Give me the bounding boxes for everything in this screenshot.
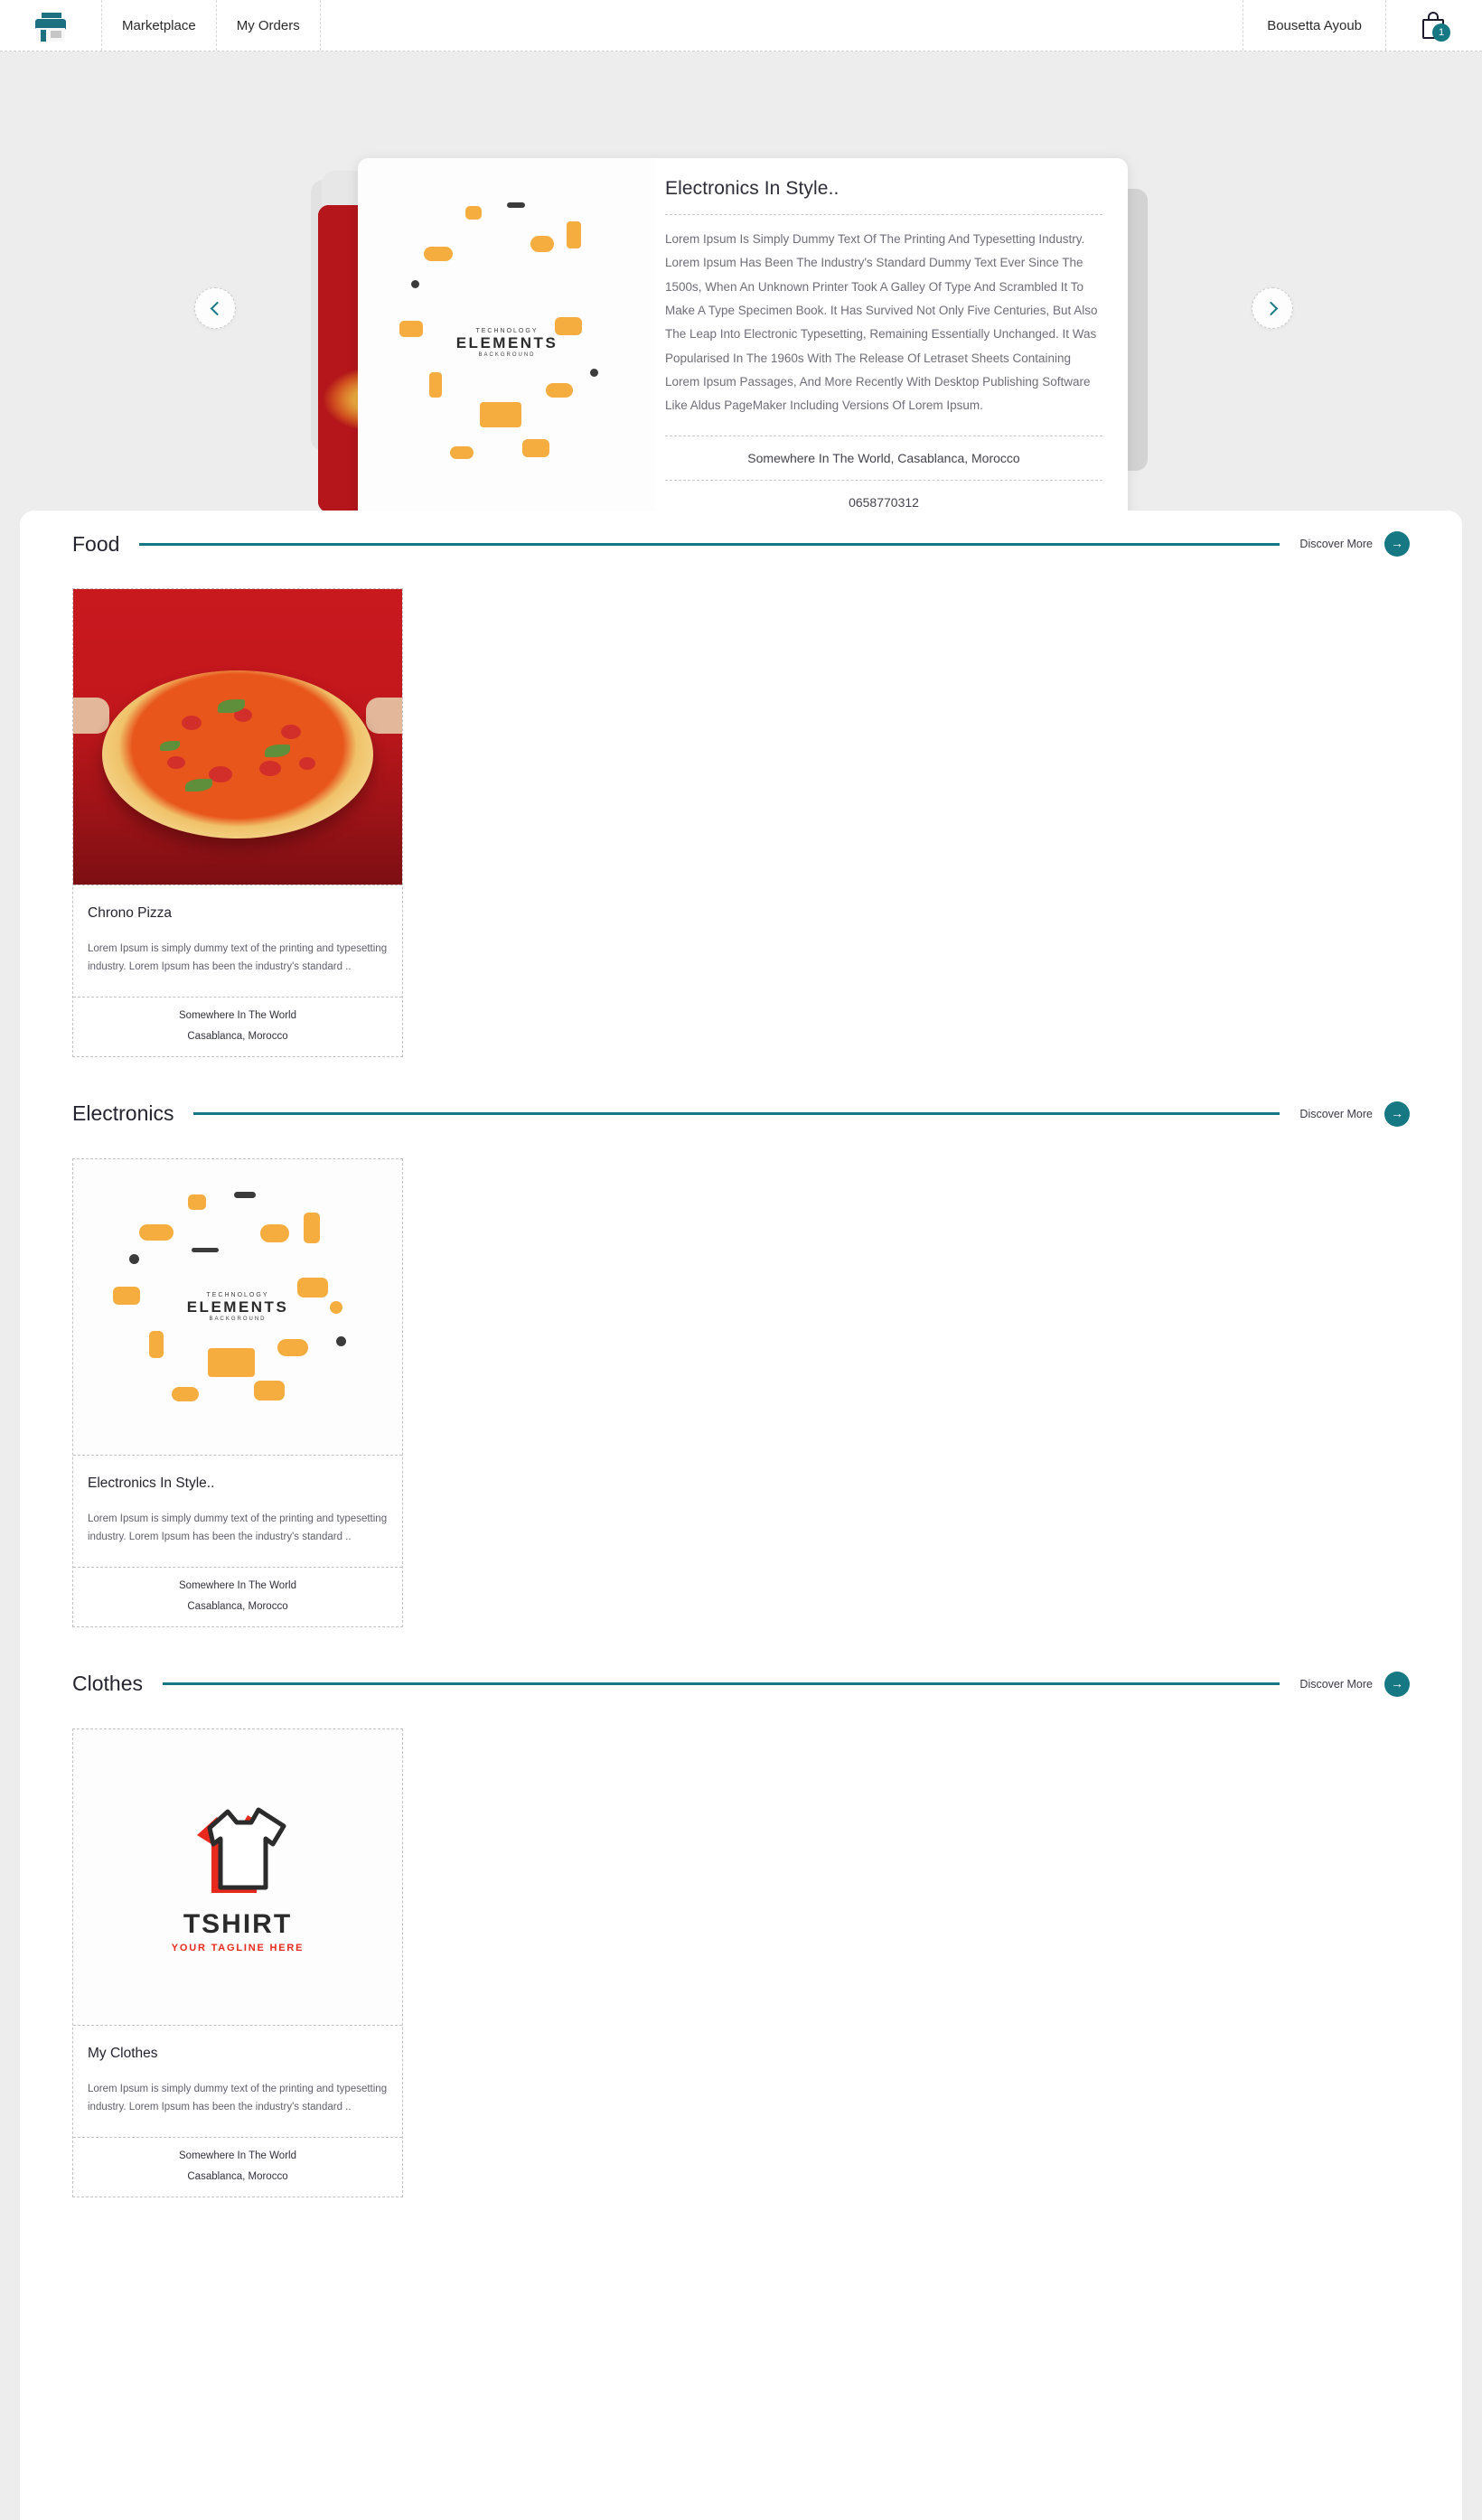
arrow-right-circle-icon: → xyxy=(1391,536,1403,550)
product-description: Lorem Ipsum is simply dummy text of the … xyxy=(88,943,388,973)
carousel-slide-address: Somewhere In The World, Casablanca, Moro… xyxy=(747,451,1020,465)
discover-more-clothes-label[interactable]: Discover More xyxy=(1299,1678,1373,1691)
product-card[interactable]: TSHIRT YOUR TAGLINE HERE My Clothes Lore… xyxy=(72,1728,403,2197)
product-image xyxy=(73,589,402,885)
section-divider xyxy=(139,542,1280,546)
tshirt-logo: TSHIRT YOUR TAGLINE HERE xyxy=(73,1728,402,2025)
section-header: Food Discover More → xyxy=(72,511,1410,577)
carousel-slide-title: Electronics In Style.. xyxy=(665,178,839,199)
card-row-clothes: TSHIRT YOUR TAGLINE HERE My Clothes Lore… xyxy=(72,1718,1410,2197)
product-location: Somewhere In The World Casablanca, Moroc… xyxy=(73,2138,402,2197)
product-location: Somewhere In The World Casablanca, Moroc… xyxy=(73,998,402,1056)
arrow-right-circle-icon: → xyxy=(1391,1105,1403,1120)
page-root: Marketplace My Orders Bousetta Ayoub 1 T… xyxy=(0,0,1482,2520)
nav-item-marketplace[interactable]: Marketplace xyxy=(102,0,217,51)
product-card[interactable]: TECHNOLOGY ELEMENTS BACKGROUND Electroni… xyxy=(72,1157,403,1627)
carousel-slide-description: Lorem Ipsum Is Simply Dummy Text Of The … xyxy=(665,232,1098,413)
carousel-slide-details: Electronics In Style.. Lorem Ipsum Is Si… xyxy=(656,158,1128,528)
illustration-caption: TECHNOLOGY ELEMENTS BACKGROUND xyxy=(455,328,558,358)
product-location-line1: Somewhere In The World xyxy=(179,2150,296,2161)
card-row-electronics: TECHNOLOGY ELEMENTS BACKGROUND Electroni… xyxy=(72,1148,1410,1627)
nav-item-marketplace-label: Marketplace xyxy=(122,17,196,33)
user-menu[interactable]: Bousetta Ayoub xyxy=(1243,0,1386,51)
product-description: Lorem Ipsum is simply dummy text of the … xyxy=(88,2083,388,2113)
shop-storefront-icon xyxy=(33,7,69,43)
section-clothes: Clothes Discover More → TSHIRT YOUR TAGL… xyxy=(20,1627,1462,2197)
product-body: My Clothes Lorem Ipsum is simply dummy t… xyxy=(73,2026,402,2138)
section-divider xyxy=(162,1682,1280,1686)
product-location-line1: Somewhere In The World xyxy=(179,1009,296,1021)
nav-item-my-orders-label: My Orders xyxy=(236,17,300,33)
product-location-line2: Casablanca, Morocco xyxy=(187,1030,288,1042)
chevron-left-icon xyxy=(210,301,224,315)
product-title: Electronics In Style.. xyxy=(88,1475,215,1491)
brand-logo[interactable] xyxy=(0,0,102,51)
product-body: Chrono Pizza Lorem Ipsum is simply dummy… xyxy=(73,885,402,998)
shopping-bag-icon: 1 xyxy=(1421,11,1450,42)
section-title-electronics: Electronics xyxy=(72,1101,174,1126)
section-title-food: Food xyxy=(72,531,120,556)
main-content-panel: Food Discover More → Chrono Pizza Lorem … xyxy=(20,511,1462,2520)
section-electronics: Electronics Discover More → TECHNOLOGY E… xyxy=(20,1057,1462,1627)
carousel-slide-phone: 0658770312 xyxy=(849,495,919,510)
product-location-line1: Somewhere In The World xyxy=(179,1579,296,1591)
tshirt-logo-text: TSHIRT xyxy=(183,1908,293,1939)
discover-more-electronics-label[interactable]: Discover More xyxy=(1299,1108,1373,1120)
technology-elements-illustration: TECHNOLOGY ELEMENTS BACKGROUND xyxy=(358,158,656,528)
product-location-line2: Casablanca, Morocco xyxy=(187,1600,288,1612)
carousel-prev-button[interactable] xyxy=(194,287,236,329)
cart-button[interactable]: 1 xyxy=(1386,0,1482,51)
carousel-slide-image: TECHNOLOGY ELEMENTS BACKGROUND designed … xyxy=(358,158,656,528)
technology-elements-illustration: TECHNOLOGY ELEMENTS BACKGROUND xyxy=(73,1158,402,1455)
section-header: Clothes Discover More → xyxy=(72,1651,1410,1718)
product-image: TSHIRT YOUR TAGLINE HERE xyxy=(73,1728,402,2026)
product-location-line2: Casablanca, Morocco xyxy=(187,2170,288,2182)
carousel-active-slide[interactable]: TECHNOLOGY ELEMENTS BACKGROUND designed … xyxy=(358,158,1128,528)
discover-more-food-button[interactable]: → xyxy=(1384,531,1410,557)
cart-count-badge: 1 xyxy=(1432,23,1450,42)
product-title: My Clothes xyxy=(88,2045,158,2061)
tshirt-icon xyxy=(197,1807,286,1893)
product-description: Lorem Ipsum is simply dummy text of the … xyxy=(88,1513,388,1543)
discover-more-electronics-button[interactable]: → xyxy=(1384,1101,1410,1127)
section-header: Electronics Discover More → xyxy=(72,1081,1410,1148)
tshirt-logo-tagline: YOUR TAGLINE HERE xyxy=(171,1942,305,1953)
nav-item-my-orders[interactable]: My Orders xyxy=(217,0,321,51)
illustration-caption-line2: ELEMENTS xyxy=(186,1297,289,1316)
navbar-spacer xyxy=(321,0,1244,51)
illustration-caption-line1: TECHNOLOGY xyxy=(206,1291,269,1298)
user-name-label: Bousetta Ayoub xyxy=(1267,17,1362,33)
discover-more-food-label[interactable]: Discover More xyxy=(1299,538,1373,550)
top-navbar: Marketplace My Orders Bousetta Ayoub 1 xyxy=(0,0,1482,52)
product-card[interactable]: Chrono Pizza Lorem Ipsum is simply dummy… xyxy=(72,588,403,1057)
product-location: Somewhere In The World Casablanca, Moroc… xyxy=(73,1568,402,1626)
discover-more-clothes-button[interactable]: → xyxy=(1384,1671,1410,1697)
hero-carousel: TECHNOLOGY ELEMENTS BACKGROUND designed … xyxy=(0,52,1482,528)
illustration-caption: TECHNOLOGY ELEMENTS BACKGROUND xyxy=(187,1292,289,1322)
section-divider xyxy=(193,1112,1280,1116)
arrow-right-circle-icon: → xyxy=(1391,1675,1403,1691)
illustration-caption-line3: BACKGROUND xyxy=(209,1316,267,1322)
chevron-right-icon xyxy=(1263,301,1278,315)
carousel-next-button[interactable] xyxy=(1252,287,1293,329)
product-title: Chrono Pizza xyxy=(88,905,173,921)
product-body: Electronics In Style.. Lorem Ipsum is si… xyxy=(73,1456,402,1568)
card-row-food: Chrono Pizza Lorem Ipsum is simply dummy… xyxy=(72,577,1410,1057)
section-food: Food Discover More → Chrono Pizza Lorem … xyxy=(20,511,1462,1057)
product-image: TECHNOLOGY ELEMENTS BACKGROUND xyxy=(73,1158,402,1456)
section-title-clothes: Clothes xyxy=(72,1672,143,1696)
pizza-photo xyxy=(73,589,402,885)
